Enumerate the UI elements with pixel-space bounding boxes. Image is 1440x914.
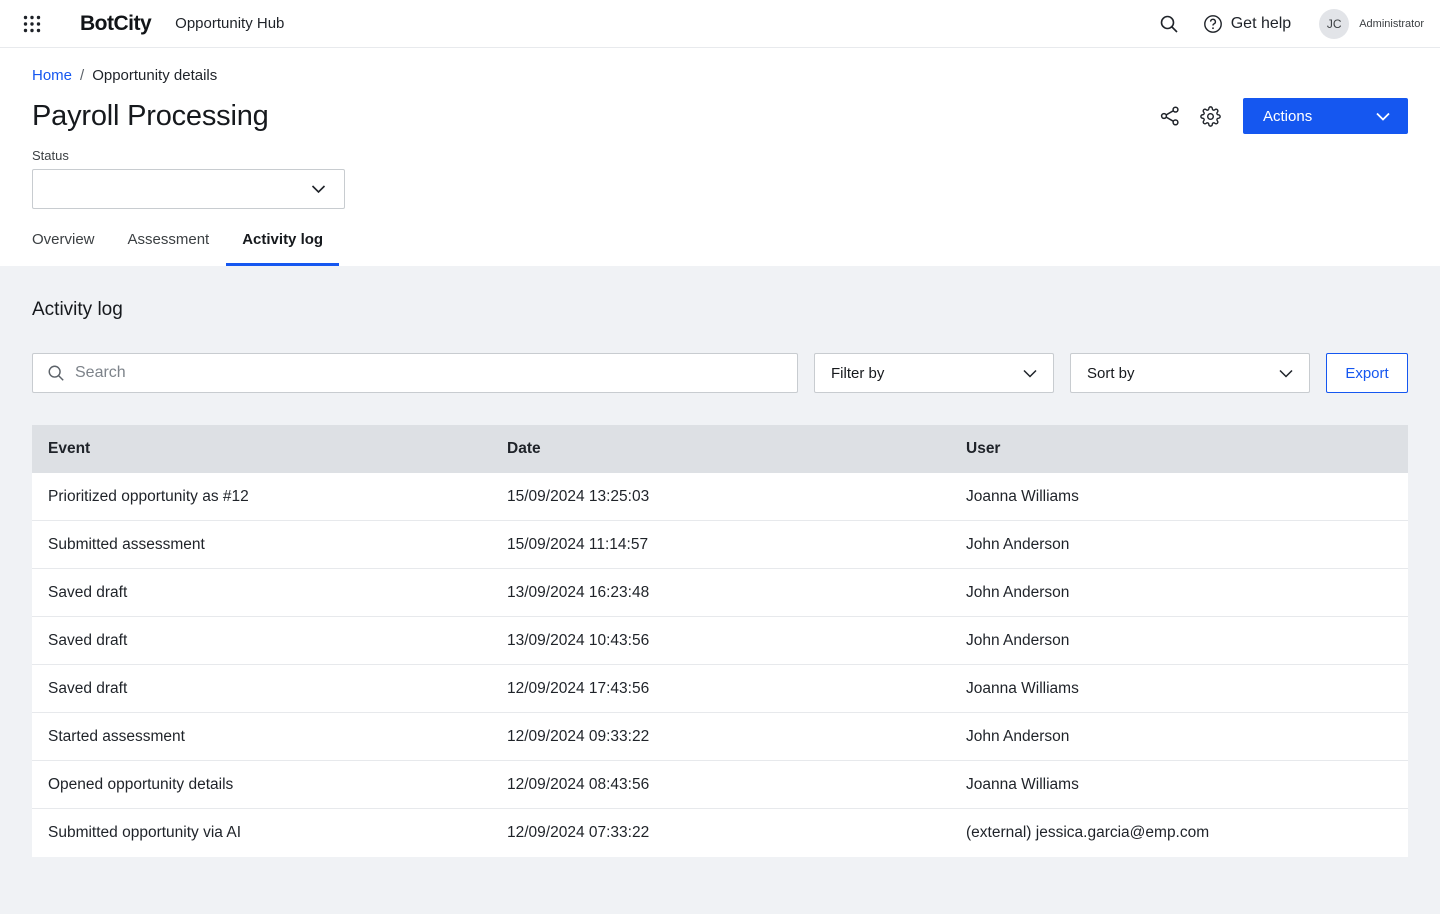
user-cell: John Anderson — [950, 584, 1408, 602]
date-cell: 13/09/2024 10:43:56 — [491, 632, 950, 650]
user-menu[interactable]: JC Administrator — [1319, 9, 1424, 39]
activity-log-heading: Activity log — [32, 266, 1408, 321]
event-cell: Saved draft — [32, 584, 491, 602]
tab-assessment[interactable]: Assessment — [128, 231, 210, 266]
get-help-label: Get help — [1231, 15, 1291, 33]
filter-by-label: Filter by — [831, 365, 884, 382]
column-header-event: Event — [32, 440, 491, 458]
app-subtitle: Opportunity Hub — [175, 15, 284, 32]
user-cell: Joanna Williams — [950, 488, 1408, 506]
activity-table: Event Date User Prioritized opportunity … — [32, 425, 1408, 857]
table-row[interactable]: Saved draft 13/09/2024 16:23:48 John And… — [32, 569, 1408, 617]
share-icon[interactable] — [1160, 106, 1180, 126]
app-grid-icon[interactable] — [16, 8, 48, 40]
page-title: Payroll Processing — [32, 100, 1160, 133]
table-row[interactable]: Started assessment 12/09/2024 09:33:22 J… — [32, 713, 1408, 761]
tab-activity-log[interactable]: Activity log — [226, 231, 339, 266]
user-cell: John Anderson — [950, 728, 1408, 746]
user-cell: Joanna Williams — [950, 680, 1408, 698]
event-cell: Submitted assessment — [32, 536, 491, 554]
activity-log-section: Activity log Filter by Sort by — [0, 266, 1440, 914]
table-row[interactable]: Opened opportunity details 12/09/2024 08… — [32, 761, 1408, 809]
column-header-date: Date — [491, 440, 950, 458]
get-help-button[interactable]: Get help — [1203, 14, 1291, 34]
event-cell: Prioritized opportunity as #12 — [32, 488, 491, 506]
date-cell: 13/09/2024 16:23:48 — [491, 584, 950, 602]
event-cell: Started assessment — [32, 728, 491, 746]
user-cell: Joanna Williams — [950, 776, 1408, 794]
search-box — [32, 353, 798, 393]
sort-by-dropdown[interactable]: Sort by — [1070, 353, 1310, 393]
event-cell: Saved draft — [32, 680, 491, 698]
help-icon — [1203, 14, 1223, 34]
filter-by-dropdown[interactable]: Filter by — [814, 353, 1054, 393]
table-row[interactable]: Submitted opportunity via AI 12/09/2024 … — [32, 809, 1408, 857]
breadcrumb-separator: / — [80, 67, 84, 84]
table-row[interactable]: Prioritized opportunity as #12 15/09/202… — [32, 473, 1408, 521]
date-cell: 12/09/2024 17:43:56 — [491, 680, 950, 698]
status-select[interactable] — [32, 169, 345, 209]
date-cell: 15/09/2024 11:14:57 — [491, 536, 950, 554]
chevron-down-icon — [311, 184, 326, 194]
breadcrumb-home-link[interactable]: Home — [32, 67, 72, 84]
event-cell: Submitted opportunity via AI — [32, 824, 491, 842]
user-role-label: Administrator — [1359, 18, 1424, 30]
table-row[interactable]: Saved draft 12/09/2024 17:43:56 Joanna W… — [32, 665, 1408, 713]
breadcrumb: Home / Opportunity details — [32, 48, 1408, 84]
date-cell: 12/09/2024 08:43:56 — [491, 776, 950, 794]
tab-overview[interactable]: Overview — [32, 231, 95, 266]
table-row[interactable]: Submitted assessment 15/09/2024 11:14:57… — [32, 521, 1408, 569]
avatar: JC — [1319, 9, 1349, 39]
date-cell: 12/09/2024 07:33:22 — [491, 824, 950, 842]
user-cell: John Anderson — [950, 536, 1408, 554]
date-cell: 15/09/2024 13:25:03 — [491, 488, 950, 506]
botcity-logo: BotCity — [80, 12, 151, 36]
chevron-down-icon — [1023, 369, 1037, 378]
date-cell: 12/09/2024 09:33:22 — [491, 728, 950, 746]
user-cell: (external) jessica.garcia@emp.com — [950, 824, 1408, 842]
search-icon[interactable] — [1159, 14, 1179, 34]
sort-by-label: Sort by — [1087, 365, 1135, 382]
page-head: Home / Opportunity details Payroll Proce… — [0, 48, 1440, 209]
activity-toolbar: Filter by Sort by Export — [32, 353, 1408, 393]
actions-button-label: Actions — [1263, 108, 1312, 125]
actions-button[interactable]: Actions — [1243, 98, 1408, 134]
chevron-down-icon — [1279, 369, 1293, 378]
settings-gear-icon[interactable] — [1200, 106, 1221, 127]
search-icon — [47, 364, 65, 382]
chevron-down-icon — [1376, 112, 1390, 121]
table-header-row: Event Date User — [32, 425, 1408, 473]
column-header-user: User — [950, 440, 1408, 458]
tab-bar: Overview Assessment Activity log — [0, 231, 1440, 266]
event-cell: Opened opportunity details — [32, 776, 491, 794]
search-input[interactable] — [75, 364, 783, 382]
status-label: Status — [32, 148, 1408, 163]
top-bar: BotCity Opportunity Hub Get help JC Admi… — [0, 0, 1440, 48]
table-row[interactable]: Saved draft 13/09/2024 10:43:56 John And… — [32, 617, 1408, 665]
breadcrumb-current: Opportunity details — [92, 67, 217, 84]
user-cell: John Anderson — [950, 632, 1408, 650]
export-button[interactable]: Export — [1326, 353, 1408, 393]
event-cell: Saved draft — [32, 632, 491, 650]
